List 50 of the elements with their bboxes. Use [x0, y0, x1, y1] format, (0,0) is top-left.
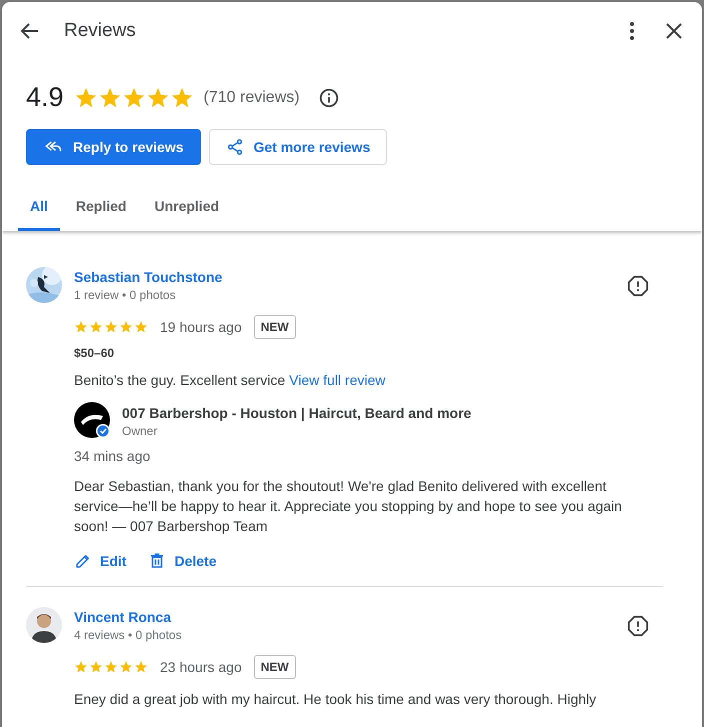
star-icon: [89, 320, 103, 334]
new-label: NEW: [254, 315, 296, 339]
view-full-review-link[interactable]: View full review: [289, 372, 386, 388]
report-button[interactable]: [627, 275, 649, 297]
delete-button[interactable]: Delete: [144, 546, 220, 576]
star-icon: [134, 660, 148, 674]
star-icon: [74, 320, 88, 334]
filter-tab[interactable]: Replied: [64, 185, 138, 231]
pencil-icon: [74, 552, 92, 570]
star-icon: [119, 320, 133, 334]
review-text: Eney did a great job with my haircut. He took his time and was very thorough. Highly: [74, 690, 598, 709]
star-icon: [146, 86, 170, 110]
share-icon: [226, 138, 244, 156]
filter-tab[interactable]: Unreplied: [142, 185, 232, 231]
star-icon: [74, 86, 98, 110]
business-logo-icon: [74, 402, 110, 438]
owner-label: Owner: [122, 424, 158, 438]
business-name: 007 Barbershop - Houston | Haircut, Beard and more: [122, 404, 472, 420]
reviewer-name[interactable]: Vincent Ronca: [74, 609, 615, 625]
reply-button[interactable]: Reply to reviews: [26, 129, 200, 165]
reviewer-stats: 4 reviews • 0 photos: [74, 628, 183, 642]
star-icon: [119, 660, 133, 674]
reply-time: 34 mins ago: [74, 448, 152, 464]
rating-value: 4.9: [26, 82, 64, 113]
star-icon: [74, 660, 88, 674]
star-icon: [104, 660, 118, 674]
filter-tab[interactable]: All: [18, 185, 60, 231]
more-options-button[interactable]: [630, 22, 634, 40]
info-icon: [318, 86, 340, 108]
review-count: (710 reviews): [204, 88, 300, 106]
review-text: Benito’s the guy. Excellent service View full review: [74, 371, 386, 390]
more-icon: [630, 22, 634, 40]
star-icon: [89, 660, 103, 674]
reviewer-stats: 1 review • 0 photos: [74, 288, 177, 302]
dialog-title: Reviews: [64, 20, 137, 42]
share-button[interactable]: Get more reviews: [208, 129, 388, 165]
price-range: $50–60: [74, 346, 116, 360]
edit-button[interactable]: Edit: [70, 546, 130, 576]
reply-text: Dear Sebastian, thank you for the shoutout! We're glad Benito delivered with excellent service—he’ll be happy to hear it. Appreciate you stopping by and hope to see you again soon! — 007 Barbershop Team: [74, 477, 623, 536]
star-icon: [122, 86, 146, 110]
review-time: 19 hours ago: [160, 319, 242, 335]
new-label: NEW: [254, 655, 296, 679]
reviewer-name[interactable]: Sebastian Touchstone: [74, 269, 615, 285]
avatar-icon: [26, 607, 62, 643]
star-icon: [134, 320, 148, 334]
star-icon: [170, 86, 194, 110]
star-icon: [98, 86, 122, 110]
review-time: 23 hours ago: [160, 659, 242, 675]
report-button[interactable]: [627, 615, 649, 637]
star-icon: [104, 320, 118, 334]
